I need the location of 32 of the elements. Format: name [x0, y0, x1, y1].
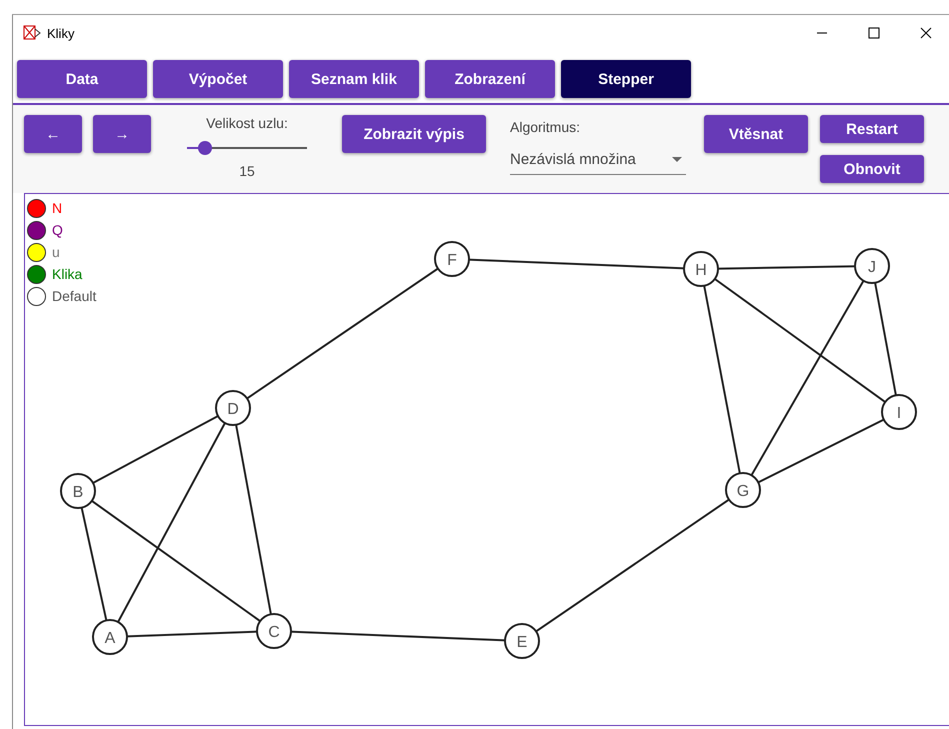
window-title: Kliky: [47, 26, 76, 40]
graph-node[interactable]: A: [92, 619, 128, 655]
tab[interactable]: Stepper: [561, 60, 691, 98]
graph-node[interactable]: D: [215, 390, 251, 426]
restart-button[interactable]: Restart: [820, 115, 924, 143]
graph-node[interactable]: F: [434, 241, 470, 277]
legend-label: Default: [52, 288, 96, 304]
graph-node[interactable]: B: [60, 473, 96, 509]
legend-label: u: [52, 244, 60, 260]
refresh-button[interactable]: Obnovit: [820, 155, 924, 183]
algorithm-label: Algoritmus:: [510, 119, 582, 135]
tab[interactable]: Výpočet: [153, 60, 283, 98]
legend-label: Klika: [52, 266, 82, 282]
back-button[interactable]: ←: [24, 115, 82, 153]
graph-node[interactable]: G: [725, 472, 761, 508]
show-log-button[interactable]: Zobrazit výpis: [342, 115, 486, 153]
compress-button[interactable]: Vtěsnat: [704, 115, 808, 153]
slider-value: 15: [239, 163, 255, 179]
graph-node[interactable]: E: [504, 623, 540, 659]
slider-label: Velikost uzlu:: [206, 115, 288, 131]
graph-node[interactable]: I: [881, 394, 917, 430]
legend-label: N: [52, 200, 62, 216]
app-icon: [23, 25, 41, 41]
tab[interactable]: Zobrazení: [425, 60, 555, 98]
legend-label: Q: [52, 222, 63, 238]
forward-button[interactable]: →: [93, 115, 151, 153]
graph-node[interactable]: J: [854, 248, 890, 284]
graph-node[interactable]: H: [683, 251, 719, 287]
tab[interactable]: Seznam klik: [289, 60, 419, 98]
algorithm-dropdown[interactable]: Nezávislá množina: [510, 147, 686, 175]
tab[interactable]: Data: [17, 60, 147, 98]
graph-node[interactable]: C: [256, 613, 292, 649]
